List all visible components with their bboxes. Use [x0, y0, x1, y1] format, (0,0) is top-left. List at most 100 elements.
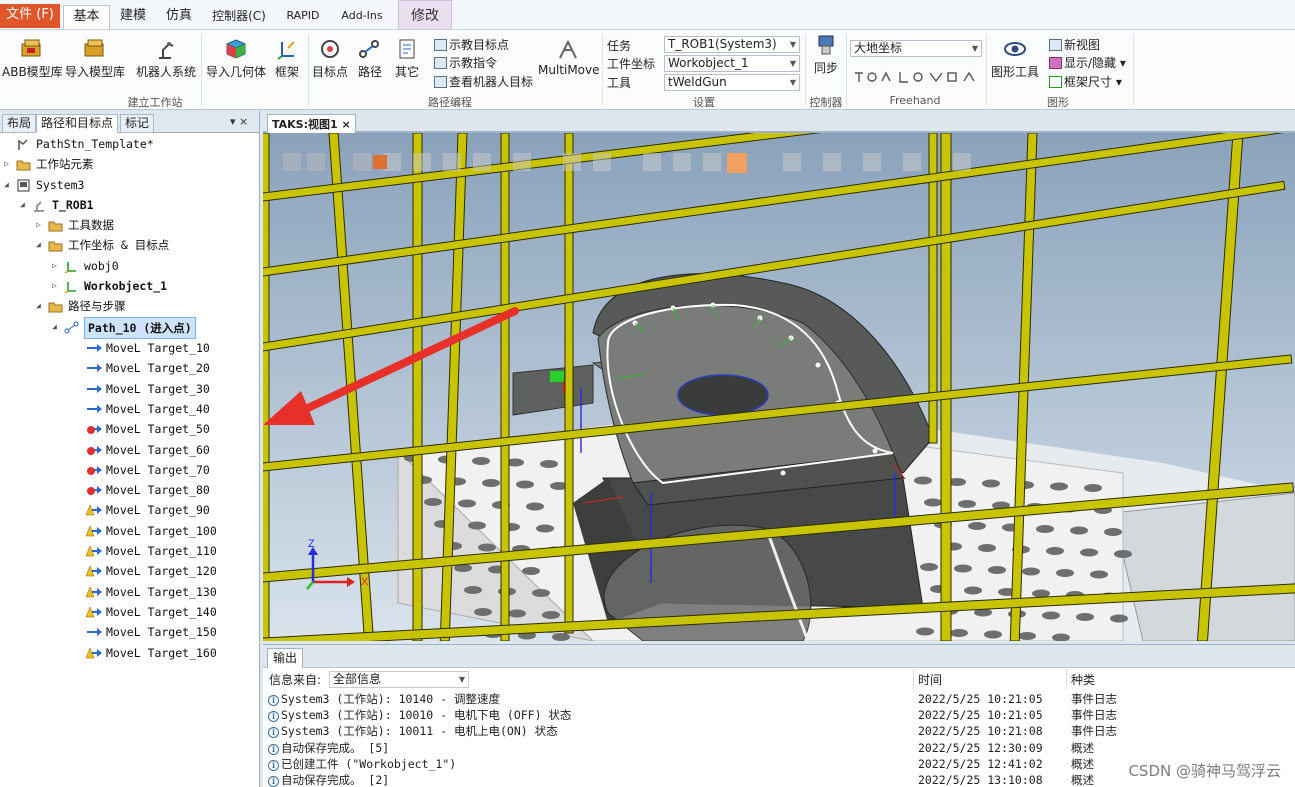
tab-basic[interactable]: 基本 [63, 5, 110, 29]
view-robot-target-label: 查看机器人目标 [449, 75, 534, 89]
group-label-controller: 控制器 [809, 96, 843, 109]
task-select[interactable]: T_ROB1(System3) ▼ [664, 36, 800, 53]
table-hole [482, 479, 500, 487]
tab-paths-targets[interactable]: 路径和目标点 [36, 114, 119, 133]
instruction-label: MoveL Target_80 [106, 483, 210, 498]
close-icon[interactable]: × [342, 118, 351, 131]
output-time: 2022/5/25 10:21:08 [918, 724, 1043, 739]
tab-addins[interactable]: Add-Ins [334, 5, 390, 29]
tool-label: 工具 [607, 76, 632, 90]
task-value: T_ROB1(System3) [668, 37, 777, 51]
expand-toggle-icon[interactable]: ◢ [20, 195, 25, 215]
wobj-select[interactable]: Workobject_1 ▼ [664, 55, 800, 72]
expand-toggle-icon[interactable]: ◢ [36, 296, 41, 316]
table-hole [914, 476, 932, 485]
table-hole [522, 567, 540, 575]
robot-system-icon [159, 42, 174, 59]
sync-button[interactable]: 同步 [808, 34, 844, 76]
3d-viewport[interactable]: X Z [263, 133, 1295, 641]
expand-toggle-icon[interactable]: ▷ [52, 276, 57, 296]
sync-label: 同步 [813, 61, 838, 75]
frame-size-label: 框架尺寸 [1064, 75, 1113, 89]
expand-toggle-icon[interactable]: ▷ [4, 154, 9, 174]
expand-toggle-icon[interactable]: ▷ [36, 215, 41, 235]
output-time: 2022/5/25 10:21:05 [918, 692, 1043, 706]
show-hide-label: 显示/隐藏 [1064, 56, 1117, 70]
instruction-label: MoveL Target_110 [106, 544, 217, 558]
table-hole [978, 544, 996, 552]
table-hole [458, 499, 476, 508]
column-type[interactable]: 种类 [1071, 671, 1095, 688]
source-select[interactable]: 全部信息 ▼ [329, 671, 469, 688]
frame-button[interactable]: 框架 [272, 38, 302, 80]
table-hole [540, 460, 558, 468]
snap-path-icon[interactable] [727, 153, 747, 173]
info-icon: i [268, 695, 279, 706]
tab-tags[interactable]: 标记 [120, 114, 155, 133]
table-hole [920, 563, 938, 571]
document-tab-bar: TAKS:视图1 × [263, 111, 1295, 134]
tab-layout[interactable]: 布局 [2, 114, 37, 133]
expand-toggle-icon[interactable]: ◢ [52, 317, 57, 337]
panel-pin-close[interactable]: ▾ × [230, 115, 248, 128]
instruction-label: MoveL Target_100 [106, 523, 217, 538]
expand-toggle-icon[interactable]: ◢ [36, 235, 41, 255]
view-robot-target-button[interactable]: 查看机器人目标 [434, 73, 533, 90]
other-button[interactable]: 其它 [392, 38, 422, 80]
group-label-path: 路径编程 [428, 96, 472, 109]
tab-modeling[interactable]: 建模 [112, 5, 154, 29]
expand-toggle-icon[interactable]: ▷ [52, 256, 57, 276]
stop-icon[interactable] [373, 155, 387, 169]
instruction-label: MoveL Target_20 [106, 361, 210, 376]
multimove-button[interactable]: MultiMove [538, 38, 600, 77]
teach-instruction-button[interactable]: 示教指令 [434, 54, 497, 71]
tab-rapid[interactable]: RAPID [278, 5, 328, 29]
tab-view1[interactable]: TAKS:视图1 × [267, 114, 356, 134]
new-view-button[interactable]: 新视图 [1049, 36, 1100, 53]
ribbon-separator [846, 34, 847, 106]
table-hole [1056, 569, 1074, 577]
tree-label: Path_10 (进入点) [84, 317, 196, 339]
teach-target-button[interactable]: 示教目标点 [434, 36, 509, 53]
ribbon-separator [1133, 34, 1134, 106]
table-hole [1050, 482, 1068, 491]
robot-system-button[interactable]: 机器人系统 [134, 38, 198, 80]
path-button[interactable]: 路径 [354, 38, 386, 80]
graphics-tools-button[interactable]: 图形工具 [989, 38, 1041, 80]
output-time: 2022/5/25 10:21:05 [918, 708, 1043, 723]
coordinate-select[interactable]: 大地坐标 ▼ [850, 40, 982, 57]
output-type: 事件日志 [1071, 692, 1117, 706]
axis-x-label: X [361, 576, 369, 588]
tab-output[interactable]: 输出 [267, 648, 304, 668]
table-hole [472, 457, 490, 465]
column-time[interactable]: 时间 [918, 671, 942, 688]
table-hole [1036, 525, 1054, 533]
table-hole [424, 498, 442, 506]
table-hole [916, 627, 934, 636]
frame-size-button[interactable]: 框架尺寸 ▾ [1049, 73, 1122, 90]
column-divider [1066, 669, 1067, 689]
expand-toggle-icon[interactable]: ◢ [4, 175, 9, 195]
table-hole [1076, 613, 1094, 621]
output-type: 概述 [1071, 756, 1094, 771]
tree-label: 路径与步骤 [68, 299, 126, 313]
import-geometry-button[interactable]: 导入几何体 [205, 38, 267, 80]
show-hide-button[interactable]: 显示/隐藏 ▾ [1049, 54, 1126, 71]
tab-controller[interactable]: 控制器(C) [206, 5, 272, 29]
scene[interactable]: X Z [263, 133, 1295, 641]
table-hole [474, 608, 492, 616]
tab-modify[interactable]: 修改 [398, 0, 452, 29]
table-hole [468, 521, 486, 530]
tab-simulation[interactable]: 仿真 [158, 5, 200, 29]
tab-file[interactable]: 文件 (F) [0, 4, 60, 28]
table-hole [1084, 484, 1102, 492]
abb-library-button[interactable]: ABB模型库 [2, 38, 63, 80]
tool-select[interactable]: tWeldGun ▼ [664, 74, 800, 91]
freehand-tools-icon[interactable] [852, 69, 980, 85]
import-library-button[interactable]: 导入模型库 [64, 38, 126, 80]
output-time: 2022/5/25 12:30:09 [918, 740, 1043, 755]
tree-label: System3 [36, 178, 85, 192]
target-button[interactable]: 目标点 [311, 38, 349, 80]
output-type: 概述 [1071, 773, 1094, 787]
table-hole [1022, 567, 1040, 576]
